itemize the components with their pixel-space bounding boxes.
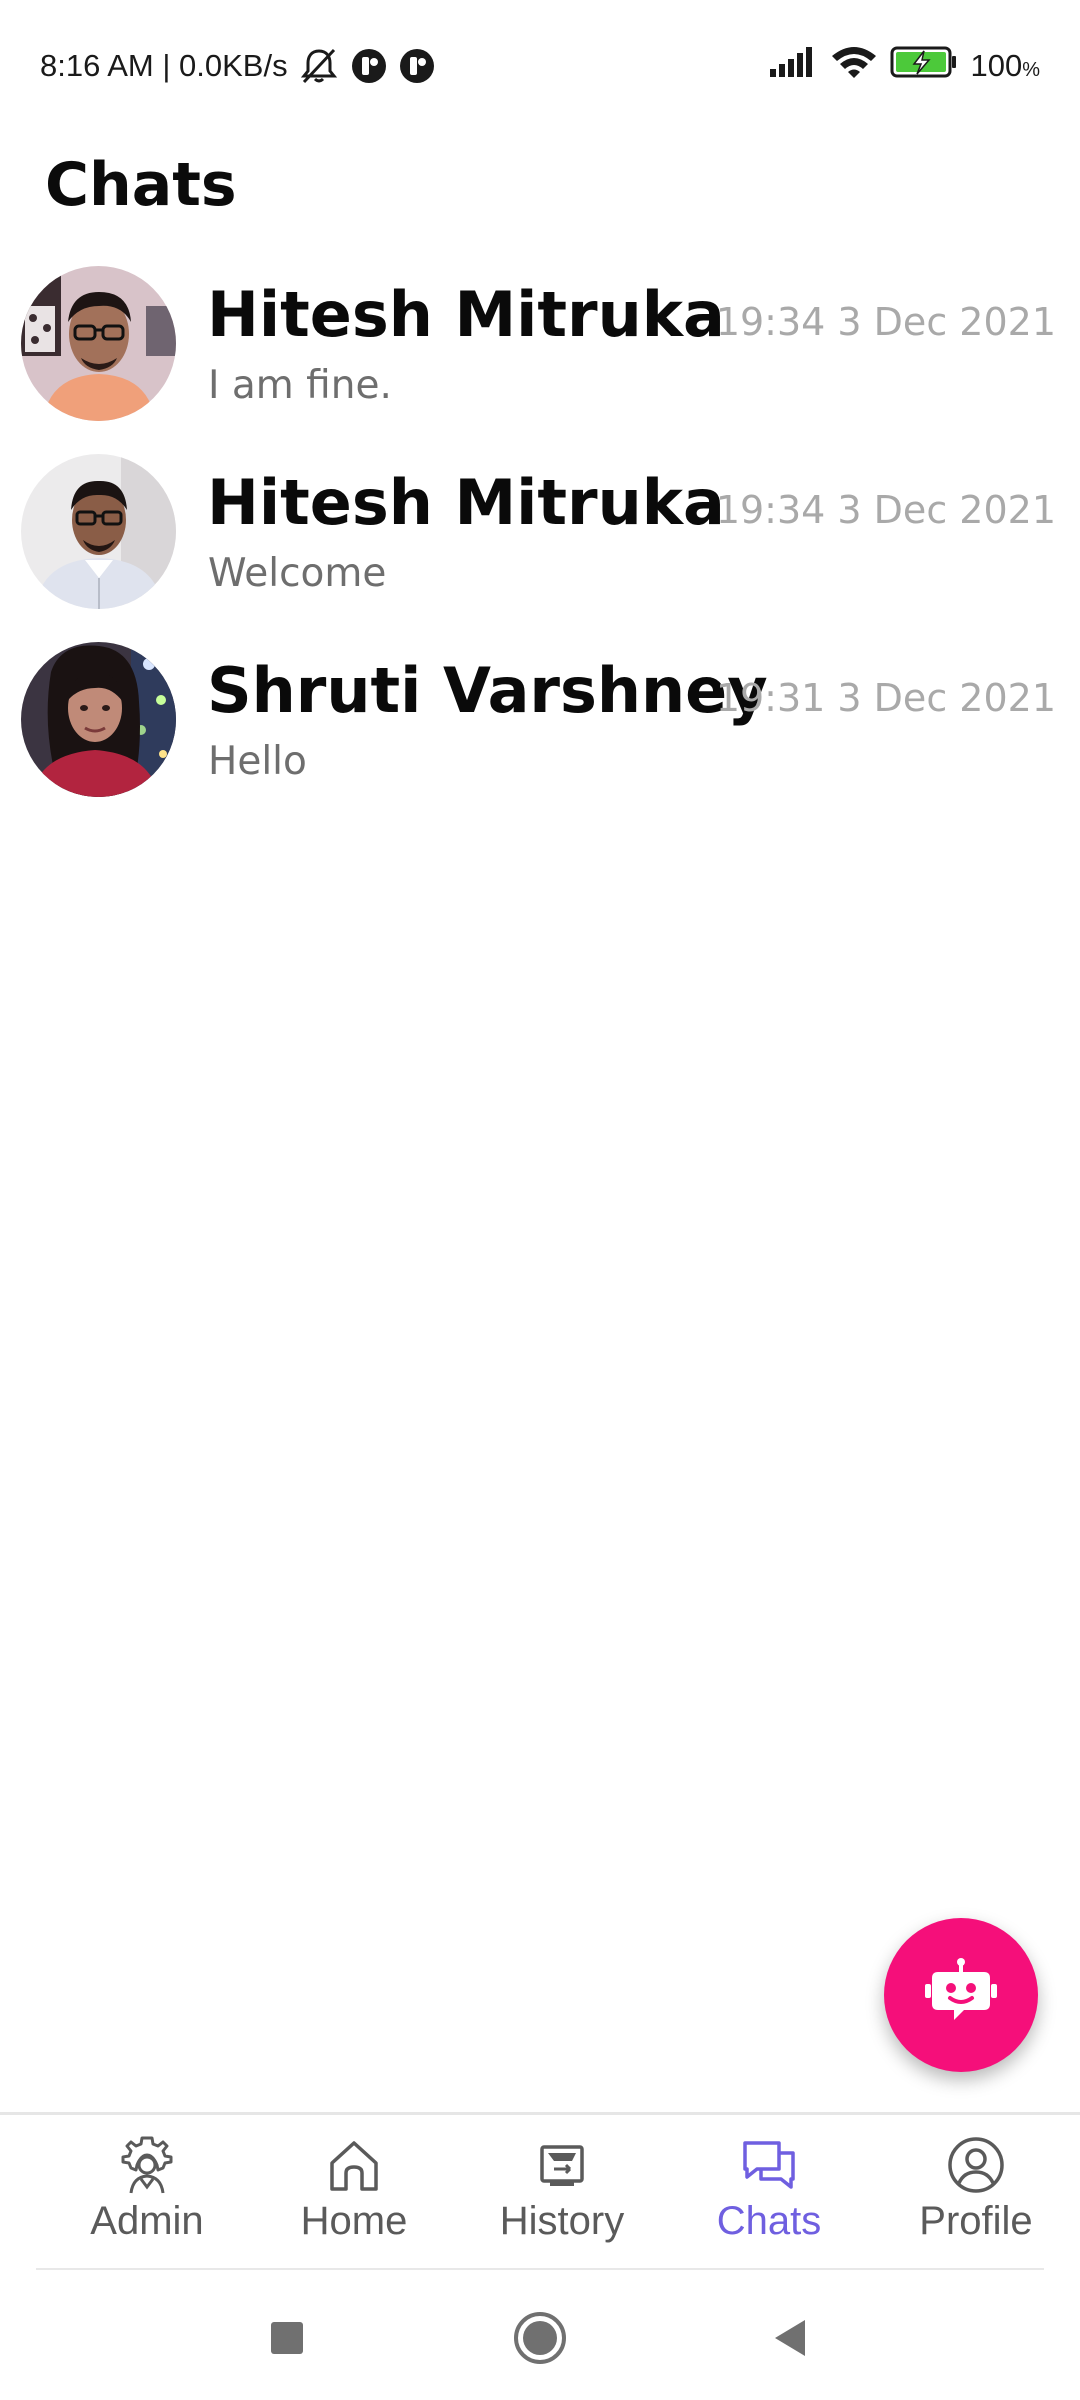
status-time-speed: 8:16 AM | 0.0KB/s [40, 48, 288, 83]
status-bar: 8:16 AM | 0.0KB/s 100% [0, 0, 1080, 130]
profile-icon [948, 2137, 1004, 2193]
chatbot-fab-button[interactable] [884, 1918, 1038, 2072]
chat-contact-name: Shruti Varshney [207, 654, 768, 727]
chat-timestamp: 19:34 3 Dec 2021 [715, 300, 1056, 344]
nav-label-admin: Admin [90, 2199, 204, 2243]
home-circle-icon[interactable] [500, 2298, 580, 2378]
page-title: Chats [45, 150, 237, 220]
status-left: 8:16 AM | 0.0KB/s [40, 44, 436, 88]
back-triangle-icon[interactable] [750, 2298, 830, 2378]
nav-label-chats: Chats [716, 2199, 822, 2243]
recents-square-icon[interactable] [247, 2298, 327, 2378]
avatar [21, 642, 176, 797]
history-icon [540, 2145, 584, 2186]
chat-list-item[interactable]: Shruti Varshney 19:31 3 Dec 2021 Hello [0, 634, 1080, 822]
chat-list-item[interactable]: Hitesh Mitruka 19:34 3 Dec 2021 I am fin… [0, 258, 1080, 446]
status-right: 100% [768, 44, 1040, 88]
signal-icon [768, 45, 818, 87]
mute-icon [298, 46, 340, 86]
chats-icon [743, 2141, 795, 2189]
chat-list-item[interactable]: Hitesh Mitruka 19:34 3 Dec 2021 Welcome [0, 446, 1080, 634]
chat-contact-name: Hitesh Mitruka [207, 466, 725, 539]
chat-list: Hitesh Mitruka 19:34 3 Dec 2021 I am fin… [0, 258, 1080, 822]
nav-item-chats[interactable]: Chats [679, 2135, 859, 2255]
system-navigation-bar [0, 2272, 1080, 2400]
admin-gear-icon [121, 2136, 173, 2194]
battery-charging-icon [890, 45, 958, 87]
avatar [21, 266, 176, 421]
battery-percent-text: 100% [970, 48, 1040, 84]
chats-screen: 8:16 AM | 0.0KB/s 100% Chats Hitesh Mitr… [0, 0, 1080, 2400]
battery-percent-unit: % [1022, 59, 1040, 81]
chatbot-icon [924, 1956, 998, 2034]
battery-percent-value: 100 [970, 48, 1023, 83]
app-notification-icon [398, 47, 436, 85]
chat-last-message: Welcome [208, 551, 387, 596]
nav-item-history[interactable]: History [472, 2135, 652, 2255]
nav-label-profile: Profile [919, 2199, 1033, 2243]
nav-item-home[interactable]: Home [264, 2135, 444, 2255]
nav-item-admin[interactable]: Admin [57, 2135, 237, 2255]
chat-last-message: Hello [208, 739, 307, 784]
nav-label-home: Home [300, 2199, 408, 2243]
nav-label-history: History [499, 2199, 625, 2243]
chat-timestamp: 19:31 3 Dec 2021 [715, 676, 1056, 720]
nav-item-profile[interactable]: Profile [886, 2135, 1066, 2255]
chat-timestamp: 19:34 3 Dec 2021 [715, 488, 1056, 532]
app-notification-icon [350, 47, 388, 85]
bottom-navigation: Admin Home History Chats Profile [0, 2112, 1080, 2273]
nav-divider [36, 2268, 1044, 2270]
home-icon [330, 2141, 378, 2191]
chat-last-message: I am fine. [208, 363, 392, 408]
avatar [21, 454, 176, 609]
wifi-icon [830, 44, 878, 88]
chat-contact-name: Hitesh Mitruka [207, 278, 725, 351]
